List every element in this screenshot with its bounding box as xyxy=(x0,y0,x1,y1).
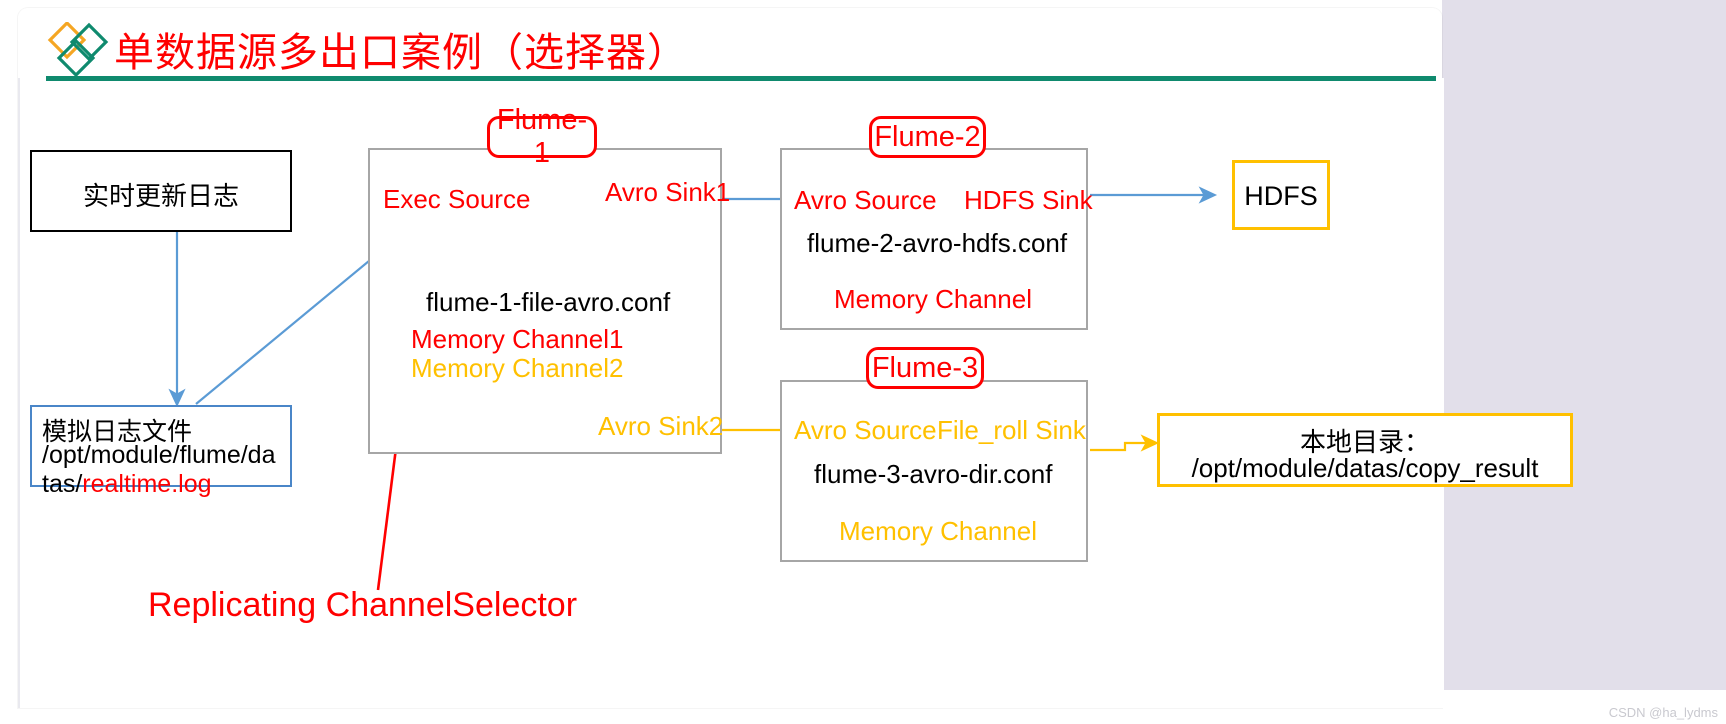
mock-log-file-line-3: tas/realtime.log xyxy=(42,470,212,499)
flume-3-tag: Flume-3 xyxy=(866,347,984,389)
flume-2-box: Avro Source HDFS Sink flume-2-avro-hdfs.… xyxy=(780,148,1093,330)
flume-2-avro-source: Avro Source xyxy=(794,185,937,215)
mock-log-file-line-2: /opt/module/flume/da xyxy=(42,441,276,469)
flume-2-tag: Flume-2 xyxy=(869,116,986,158)
flume-2-conf-file: flume-2-avro-hdfs.conf xyxy=(807,228,1068,258)
flume-3-avro-source: Avro Source xyxy=(794,415,937,445)
local-dir-line-2: /opt/module/datas/copy_result xyxy=(1191,453,1539,483)
flume-1-avro-sink2: Avro Sink2 xyxy=(598,411,724,441)
mock-log-file-box: 模拟日志文件 /opt/module/flume/da tas/realtime… xyxy=(30,405,292,498)
watermark: CSDN @ha_lydms xyxy=(1608,705,1718,720)
page-title: 单数据源多出口案例（选择器） xyxy=(114,30,688,76)
flume-1-memory-channel2: Memory Channel2 xyxy=(411,353,624,383)
flume-2-hdfs-sink: HDFS Sink xyxy=(964,185,1093,215)
flume-1-box: Exec Source Avro Sink1 flume-1-file-avro… xyxy=(368,148,730,454)
local-dir-box: 本地目录： /opt/module/datas/copy_result xyxy=(1157,413,1573,487)
flume-3-tag-label: Flume-3 xyxy=(871,351,979,384)
flume-1-memory-channel1: Memory Channel1 xyxy=(411,324,624,354)
header-divider xyxy=(46,76,1436,81)
flume-1-tag-label: Flume-1 xyxy=(496,104,588,169)
flume-3-box: Avro Source File_roll Sink flume-3-avro-… xyxy=(780,380,1088,562)
mock-log-file-path-prefix: tas/ xyxy=(42,470,83,498)
flume-3-conf-file: flume-3-avro-dir.conf xyxy=(814,459,1053,489)
replicating-channel-selector-label: Replicating ChannelSelector xyxy=(148,586,578,624)
flume-3-memory-channel: Memory Channel xyxy=(839,516,1037,546)
flume-1-exec-source: Exec Source xyxy=(383,184,531,214)
double-diamond-icon xyxy=(46,20,112,80)
slide-header: 单数据源多出口案例（选择器） xyxy=(18,8,1442,81)
flume-2-tag-label: Flume-2 xyxy=(874,120,981,153)
flume-1-conf-file: flume-1-file-avro.conf xyxy=(426,287,671,317)
mock-log-file-name: realtime.log xyxy=(82,470,212,498)
hdfs-box: HDFS xyxy=(1232,160,1330,230)
flume-1-tag: Flume-1 xyxy=(487,104,597,169)
hdfs-label: HDFS xyxy=(1244,181,1318,211)
right-lavender-panel xyxy=(1442,0,1726,724)
slide-canvas: 单数据源多出口案例（选择器） 实时更新日志 模拟日志文件 /opt/module… xyxy=(0,0,1726,724)
realtime-log-box: 实时更新日志 xyxy=(30,150,292,232)
realtime-log-label: 实时更新日志 xyxy=(82,181,239,211)
flume-2-memory-channel: Memory Channel xyxy=(834,284,1032,314)
flume-3-file-roll-sink: File_roll Sink xyxy=(937,415,1086,445)
flume-1-avro-sink1: Avro Sink1 xyxy=(605,177,731,207)
